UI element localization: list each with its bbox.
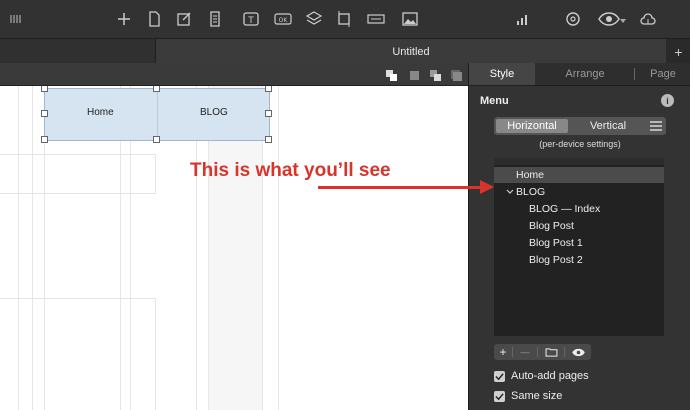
settings-icon[interactable]	[562, 8, 584, 30]
tab-style[interactable]: Style	[469, 63, 535, 85]
tree-item-label: Home	[516, 169, 545, 181]
svg-text:T: T	[247, 16, 254, 26]
tree-item-blog-post-2[interactable]: Blog Post 2	[494, 252, 664, 268]
tab-bar: Untitled +	[0, 38, 690, 65]
edit-icon[interactable]	[173, 8, 195, 30]
resize-handle[interactable]	[153, 136, 160, 143]
auto-add-pages-label: Auto-add pages	[511, 370, 589, 382]
list-doc-icon[interactable]	[204, 8, 226, 30]
device-settings-note: (per-device settings)	[539, 139, 621, 149]
tree-item-label: BLOG — Index	[529, 203, 601, 215]
tab-page[interactable]: Page	[635, 63, 690, 85]
image-icon[interactable]	[399, 8, 421, 30]
tree-item-blog-post[interactable]: Blog Post	[494, 218, 664, 234]
design-canvas[interactable]: Home BLOG	[0, 86, 468, 410]
tree-item-label: Blog Post	[529, 220, 574, 232]
layers-icon[interactable]	[303, 8, 325, 30]
view-mode-3-icon[interactable]	[430, 68, 441, 81]
info-icon[interactable]: i	[661, 94, 674, 107]
signal-icon[interactable]	[511, 8, 533, 30]
orientation-vertical[interactable]: Vertical	[570, 119, 646, 133]
remove-item-button[interactable]: —	[513, 344, 537, 360]
menu-widget[interactable]: Home BLOG	[44, 88, 270, 141]
tree-button-bar: + —	[494, 344, 591, 360]
menu-item-blog[interactable]: BLOG	[200, 107, 228, 118]
resize-handle[interactable]	[41, 110, 48, 117]
grip-icon[interactable]	[4, 8, 26, 30]
same-size-label: Same size	[511, 390, 563, 402]
chevron-down-icon[interactable]	[506, 189, 516, 195]
hamburger-menu-icon[interactable]	[647, 119, 665, 133]
svg-text:OK: OK	[279, 17, 289, 24]
view-mode-1-icon[interactable]	[386, 68, 397, 81]
tree-item-label: Blog Post 1	[529, 237, 583, 249]
resize-handle[interactable]	[265, 86, 272, 92]
placeholder-box	[0, 154, 156, 194]
menu-item-home[interactable]: Home	[87, 107, 114, 118]
text-box-icon[interactable]: T	[240, 8, 262, 30]
annotation-text: This is what you’ll see	[190, 160, 391, 181]
inspector-panel: Style Arrange Page Menu i Horizontal Ver…	[468, 63, 690, 410]
folder-icon[interactable]	[538, 344, 564, 360]
resize-handle[interactable]	[41, 86, 48, 92]
frame-icon[interactable]	[333, 8, 355, 30]
add-item-button[interactable]: +	[494, 344, 512, 360]
cloud-upload-icon[interactable]	[637, 8, 659, 30]
canvas-header	[0, 63, 468, 86]
new-tab-button[interactable]: +	[667, 39, 690, 64]
tree-item-blog-index[interactable]: BLOG — Index	[494, 201, 664, 217]
eye-icon[interactable]	[565, 344, 591, 360]
tab-arrange[interactable]: Arrange	[535, 63, 635, 85]
annotation-arrow	[318, 186, 482, 189]
resize-handle[interactable]	[265, 110, 272, 117]
resize-handle[interactable]	[265, 136, 272, 143]
orientation-horizontal[interactable]: Horizontal	[496, 119, 568, 133]
tab-placeholder[interactable]	[0, 39, 156, 64]
tree-item-blog[interactable]: BLOG	[494, 184, 664, 200]
section-title: Menu	[480, 95, 509, 107]
tree-item-home[interactable]: Home	[494, 167, 664, 183]
main-toolbar: T OK	[0, 0, 690, 38]
inspector-tabs: Style Arrange Page	[469, 63, 690, 86]
view-mode-2-icon[interactable]	[409, 68, 420, 80]
chevron-down-icon[interactable]	[619, 17, 627, 25]
ok-button-icon[interactable]: OK	[272, 8, 294, 30]
tab-untitled[interactable]: Untitled	[156, 39, 666, 64]
resize-icon[interactable]	[365, 8, 387, 30]
menu-separator	[157, 89, 158, 140]
resize-handle[interactable]	[41, 136, 48, 143]
tree-item-blog-post-1[interactable]: Blog Post 1	[494, 235, 664, 251]
tree-header-strip	[494, 158, 664, 165]
tree-item-label: BLOG	[516, 186, 546, 198]
page-icon[interactable]	[143, 8, 165, 30]
placeholder-box	[0, 298, 156, 410]
annotation-arrowhead	[480, 180, 494, 194]
auto-add-pages-checkbox[interactable]	[494, 371, 505, 382]
menu-tree: Home BLOG BLOG — Index Blog Post Blog Po…	[494, 158, 664, 336]
resize-handle[interactable]	[153, 86, 160, 92]
tree-item-label: Blog Post 2	[529, 254, 583, 266]
view-mode-4-icon[interactable]	[451, 68, 462, 81]
same-size-checkbox[interactable]	[494, 391, 505, 402]
guide-line	[278, 86, 279, 410]
plus-icon[interactable]	[113, 8, 135, 30]
